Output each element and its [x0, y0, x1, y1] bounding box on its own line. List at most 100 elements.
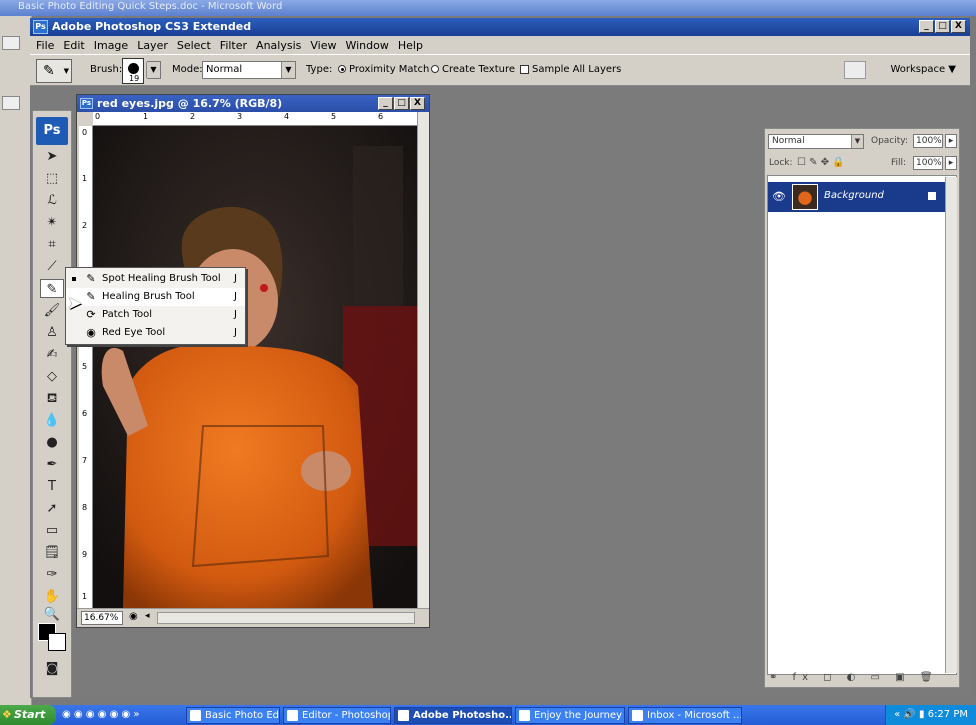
doc-close-button[interactable]: X — [410, 97, 425, 110]
layer-thumbnail — [792, 184, 818, 210]
fill-arrow-icon[interactable]: ▸ — [945, 156, 957, 170]
brush-picker[interactable]: 19 — [122, 58, 144, 84]
slice-tool-icon[interactable]: ⟋ — [40, 257, 64, 276]
task-word[interactable]: Basic Photo Editing... — [186, 706, 280, 724]
marquee-tool-icon[interactable]: ⬚ — [40, 169, 64, 188]
healing-tools-flyout: ✎ Spot Healing Brush Tool J ✎ Healing Br… — [65, 267, 246, 345]
flyout-patch[interactable]: ⟳ Patch Tool J — [66, 306, 245, 324]
document-titlebar[interactable]: Ps red eyes.jpg @ 16.7% (RGB/8) _ □ X — [77, 95, 429, 112]
ruler-tick-label: 1 — [143, 112, 149, 121]
move-tool-icon[interactable]: ➤ — [40, 147, 64, 166]
sample-all-layers-checkbox[interactable]: Sample All Layers — [520, 64, 621, 75]
task-label: Adobe Photosho... — [413, 709, 512, 721]
type-texture-radio[interactable]: Create Texture — [431, 64, 515, 75]
menu-file[interactable]: File — [36, 39, 54, 52]
background-color[interactable] — [48, 633, 66, 651]
mode-select[interactable]: Normal ▼ — [202, 61, 296, 79]
hand-tool-icon[interactable]: ✋ — [40, 587, 64, 606]
menu-view[interactable]: View — [310, 39, 336, 52]
flyout-shortcut: J — [234, 327, 237, 338]
minimize-button[interactable]: _ — [919, 20, 934, 33]
visibility-eye-icon[interactable]: 👁 — [772, 190, 786, 203]
shape-tool-icon[interactable]: ▭ — [40, 521, 64, 540]
opacity-field[interactable]: 100% — [913, 134, 943, 148]
tray-icons[interactable]: « 🔊 ▮ — [894, 709, 928, 720]
menu-analysis[interactable]: Analysis — [256, 39, 301, 52]
image-canvas[interactable] — [93, 126, 417, 608]
crop-tool-icon[interactable]: ⌗ — [40, 235, 64, 254]
zoom-field[interactable]: 16.67% — [81, 611, 123, 625]
workspace-button[interactable]: Workspace ▼ — [890, 64, 956, 75]
quick-mask-icon[interactable]: ◙ — [40, 659, 64, 678]
task-editor[interactable]: Editor - Photoshop... — [283, 706, 391, 724]
chevron-down-icon: ▼ — [146, 62, 160, 78]
lasso-tool-icon[interactable]: ℒ — [40, 191, 64, 210]
flyout-label: Red Eye Tool — [102, 327, 166, 338]
document-status-bar: 16.67% ◉ ◂ — [77, 608, 429, 626]
lock-icons[interactable]: ☐ ✎ ✥ 🔒 — [797, 157, 845, 168]
layer-row-background[interactable]: 👁 Background — [768, 182, 946, 212]
menu-image[interactable]: Image — [94, 39, 128, 52]
layers-scrollbar[interactable] — [945, 177, 957, 673]
eraser-tool-icon[interactable]: ◇ — [40, 367, 64, 386]
zoom-tool-icon[interactable]: 🔍 — [40, 605, 64, 624]
type-proximity-radio[interactable]: Proximity Match — [338, 64, 429, 75]
blur-tool-icon[interactable]: 💧 — [40, 411, 64, 430]
document-horizontal-scrollbar[interactable] — [157, 612, 415, 624]
close-button[interactable]: X — [951, 20, 966, 33]
path-select-icon[interactable]: ➚ — [40, 499, 64, 518]
toolbox: Ps ➤ ⬚ ℒ ✴ ⌗ ⟋ ✎ 🖌 ♙ ✍ ◇ ⛾ 💧 ● ✒ T ➚ ▭ 🗒… — [32, 110, 72, 698]
ruler-tick-label: 5 — [331, 112, 337, 121]
flyout-red-eye[interactable]: ◉ Red Eye Tool J — [66, 324, 245, 342]
radio-selected-icon — [338, 65, 346, 73]
background-word-titlebar: Basic Photo Editing Quick Steps.doc - Mi… — [0, 0, 976, 16]
menu-filter[interactable]: Filter — [220, 39, 247, 52]
photoshop-icon — [398, 709, 409, 721]
menu-edit[interactable]: Edit — [63, 39, 84, 52]
paint-bucket-icon[interactable]: ⛾ — [40, 389, 64, 408]
pen-tool-icon[interactable]: ✒ — [40, 455, 64, 474]
file-browser-icon[interactable] — [844, 61, 866, 79]
magic-wand-icon[interactable]: ✴ — [40, 213, 64, 232]
stamp-tool-icon[interactable]: ♙ — [40, 323, 64, 342]
word-ruler-marker — [2, 36, 20, 50]
brush-tip-icon — [128, 63, 139, 74]
status-arrow-icon[interactable]: ◂ — [145, 611, 150, 621]
type-tool-icon[interactable]: T — [40, 477, 64, 496]
task-outlook[interactable]: Inbox - Microsoft ... — [628, 706, 742, 724]
system-tray: « 🔊 ▮ 6:27 PM — [885, 705, 976, 725]
document-vertical-scrollbar[interactable] — [417, 112, 429, 608]
flyout-label: Spot Healing Brush Tool — [102, 273, 221, 284]
layer-footer-icons[interactable]: ⚭ fx ◻ ◐ ▭ ▣ 🗑 — [769, 672, 939, 683]
flyout-healing-brush[interactable]: ✎ Healing Brush Tool J — [66, 288, 245, 306]
doc-minimize-button[interactable]: _ — [378, 97, 393, 110]
ruler-tick-label: 1 — [82, 174, 88, 183]
ruler-tick-label: 2 — [82, 221, 88, 230]
menu-select[interactable]: Select — [177, 39, 211, 52]
menu-window[interactable]: Window — [345, 39, 388, 52]
dodge-tool-icon[interactable]: ● — [40, 433, 64, 452]
doc-maximize-button[interactable]: □ — [394, 97, 409, 110]
eyedropper-icon[interactable]: ✑ — [40, 565, 64, 584]
tool-preset-picker[interactable]: ✎ ▼ — [36, 59, 72, 83]
maximize-button[interactable]: □ — [935, 20, 950, 33]
menu-help[interactable]: Help — [398, 39, 423, 52]
layers-panel: Normal ▼ Opacity: 100% ▸ Lock: ☐ ✎ ✥ 🔒 F… — [764, 128, 960, 688]
flyout-spot-healing[interactable]: ✎ Spot Healing Brush Tool J — [66, 270, 245, 288]
quick-launch[interactable]: ◉ ◉ ◉ ◉ ◉ ◉ » — [56, 705, 186, 725]
menu-layer[interactable]: Layer — [137, 39, 168, 52]
task-browser[interactable]: Enjoy the Journey ... — [515, 706, 625, 724]
opacity-arrow-icon[interactable]: ▸ — [945, 134, 957, 148]
brush-dropdown[interactable]: ▼ — [146, 61, 161, 79]
healing-tool-icon[interactable]: ✎ — [40, 279, 64, 298]
brush-tool-icon[interactable]: 🖌 — [40, 301, 64, 320]
notes-tool-icon[interactable]: 🗒 — [40, 543, 64, 562]
photoshop-logo[interactable]: Ps — [36, 117, 68, 145]
fill-field[interactable]: 100% — [913, 156, 943, 170]
start-button[interactable]: Start — [0, 705, 56, 725]
blend-mode-select[interactable]: Normal ▼ — [768, 134, 864, 149]
task-photoshop[interactable]: Adobe Photosho... — [394, 706, 512, 724]
history-brush-icon[interactable]: ✍ — [40, 345, 64, 364]
color-swatches[interactable] — [38, 623, 66, 653]
status-info-icon[interactable]: ◉ — [129, 611, 138, 622]
